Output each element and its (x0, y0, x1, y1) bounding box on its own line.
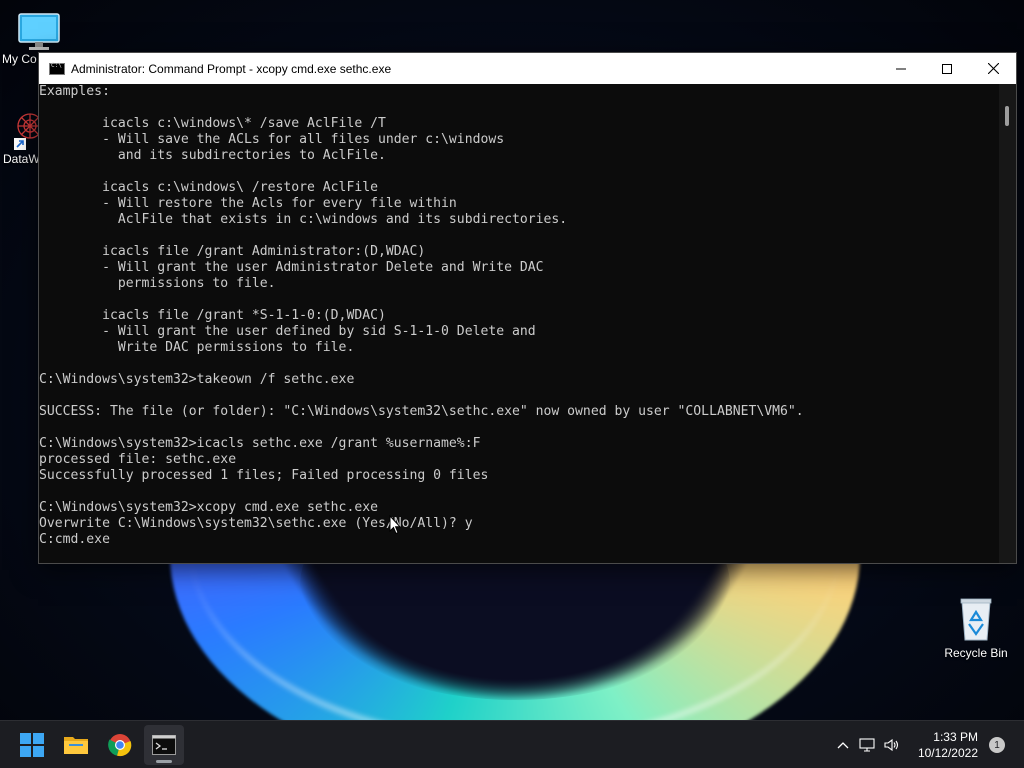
console-line: icacls file /grant *S-1-1-0:(D,WDAC) (39, 308, 386, 323)
console-line: Write DAC permissions to file. (39, 340, 355, 355)
console-line: C:\Windows\system32>xcopy cmd.exe sethc.… (39, 500, 378, 515)
console-line: C:\Windows\system32>icacls sethc.exe /gr… (39, 436, 481, 451)
console-line: - Will grant the user Administrator Dele… (39, 260, 544, 275)
show-hidden-icons-button[interactable] (832, 741, 854, 749)
clock-time: 1:33 PM (933, 730, 978, 744)
taskbar-command-prompt[interactable] (144, 725, 184, 765)
taskbar-chrome[interactable] (100, 725, 140, 765)
desktop-icon-recycle-bin[interactable]: Recycle Bin (938, 596, 1014, 660)
file-explorer-icon (64, 737, 88, 754)
window-title: Administrator: Command Prompt - xcopy cm… (71, 61, 392, 76)
command-prompt-icon (49, 62, 65, 75)
mouse-pointer-icon (389, 515, 401, 535)
active-app-indicator (156, 760, 172, 763)
network-icon (859, 738, 875, 752)
console-line: Examples: (39, 84, 110, 99)
notification-badge[interactable]: 1 (989, 737, 1005, 753)
console-line: and its subdirectories to AclFile. (39, 148, 386, 163)
maximize-icon (942, 63, 952, 74)
monitor-icon (18, 13, 60, 50)
taskbar-clock[interactable]: 1:33 PM 10/12/2022 (918, 729, 978, 761)
console-line: AclFile that exists in c:\windows and it… (39, 212, 568, 227)
console-line: - Will save the ACLs for all files under… (39, 132, 505, 147)
console-line: permissions to file. (39, 276, 276, 291)
close-button[interactable] (970, 53, 1016, 84)
command-prompt-window[interactable]: Administrator: Command Prompt - xcopy cm… (38, 52, 1017, 564)
close-icon (987, 63, 999, 74)
maximize-button[interactable] (924, 53, 970, 84)
console-line: Overwrite C:\Windows\system32\sethc.exe … (39, 516, 473, 531)
network-status-button[interactable] (854, 738, 880, 752)
clock-date: 10/12/2022 (917, 746, 978, 760)
chrome-icon (108, 734, 132, 757)
taskbar-file-explorer[interactable] (56, 725, 96, 765)
console-line: processed file: sethc.exe (39, 452, 237, 467)
chevron-up-icon (837, 742, 849, 749)
minimize-button[interactable] (878, 53, 924, 84)
minimize-icon (896, 68, 906, 69)
scrollbar-thumb[interactable] (1005, 106, 1009, 126)
window-controls (878, 53, 1016, 84)
volume-button[interactable] (880, 738, 904, 752)
console-line: - Will grant the user defined by sid S-1… (39, 324, 536, 339)
console-line: C:\Windows\system32>takeown /f sethc.exe (39, 372, 355, 387)
console-line: - Will restore the Acls for every file w… (39, 196, 457, 211)
console-line: icacls file /grant Administrator:(D,WDAC… (39, 244, 426, 259)
console-line: icacls c:\windows\ /restore AclFile (39, 180, 378, 195)
console-output[interactable]: Examples: icacls c:\windows\* /save AclF… (39, 84, 999, 563)
window-titlebar[interactable]: Administrator: Command Prompt - xcopy cm… (39, 53, 1016, 84)
start-icon (20, 733, 44, 757)
taskbar: 1:33 PM 10/12/2022 1 (0, 720, 1024, 768)
volume-icon (884, 738, 899, 752)
console-line: C:cmd.exe (39, 532, 110, 547)
console-line: icacls c:\windows\* /save AclFile /T (39, 116, 386, 131)
start-button[interactable] (12, 725, 52, 765)
system-tray (832, 721, 904, 768)
desktop-icon-label: Recycle Bin (944, 646, 1008, 660)
console-scrollbar[interactable] (999, 84, 1016, 563)
recycle-bin-icon (960, 598, 992, 641)
command-prompt-icon (152, 735, 176, 755)
console-line: SUCCESS: The file (or folder): "C:\Windo… (39, 404, 804, 419)
console-line: Successfully processed 1 files; Failed p… (39, 468, 489, 483)
